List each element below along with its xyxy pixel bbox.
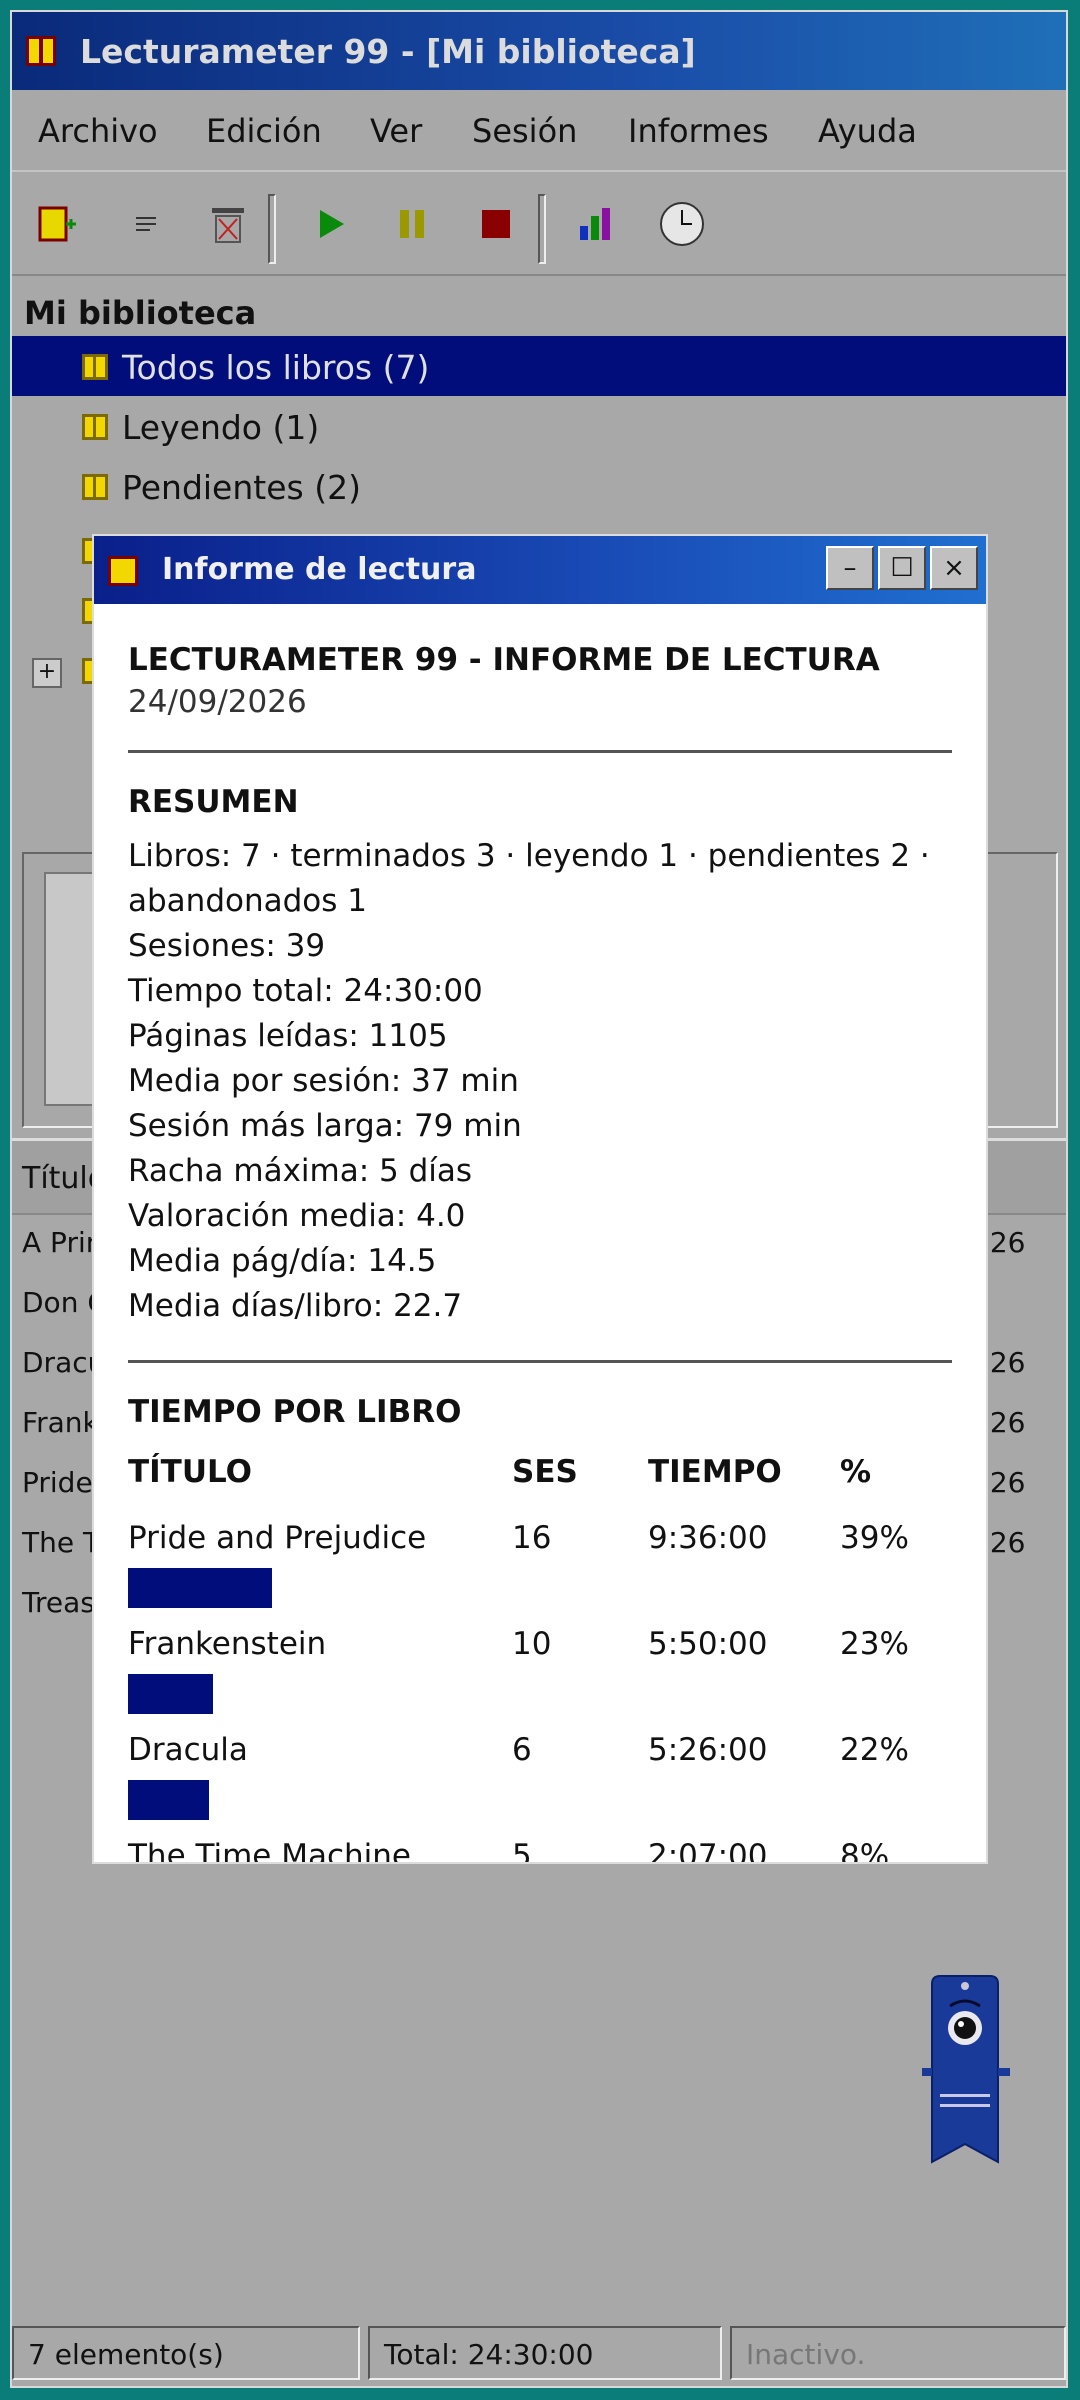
summary-line: Racha máxima: 5 días [128,1153,473,1189]
book-sessions: 5 [512,1838,532,1864]
add-book-icon[interactable] [38,204,78,244]
report-dialog: Informe de lectura – ☐ × LECTURAMETER 99… [92,534,988,1864]
tree-item-label: Leyendo (1) [122,408,320,447]
menu-sesion[interactable]: Sesión [472,112,577,150]
stats-icon[interactable] [576,204,616,244]
report-title: LECTURAMETER 99 - INFORME DE LECTURA [128,642,880,678]
book-title: The Time Machine [128,1838,411,1864]
expand-icon[interactable]: + [32,658,62,688]
summary-heading: RESUMEN [128,784,299,820]
menu-ayuda[interactable]: Ayuda [818,112,917,150]
divider [128,750,952,753]
book-percent: 39% [840,1520,909,1556]
summary-line: Media días/libro: 22.7 [128,1288,463,1324]
menu-informes[interactable]: Informes [628,112,769,150]
book-time: 5:26:00 [648,1732,768,1768]
book-time: 5:50:00 [648,1626,768,1662]
tree-item-label: Todos los libros (7) [122,348,430,387]
menu-bar: Archivo Edición Ver Sesión Informes Ayud… [12,90,1066,172]
delete-icon[interactable] [208,204,248,244]
tree-item-leyendo[interactable]: Leyendo (1) [12,396,1066,456]
book-title: Dracula [128,1732,248,1768]
status-state: Inactivo. [730,2326,1066,2380]
tree-item-label: Pendientes (2) [122,468,361,507]
status-items: 7 elemento(s) [12,2326,360,2380]
title-bar[interactable]: Lecturameter 99 - [Mi biblioteca] [12,12,1066,90]
book-percent: 8% [840,1838,890,1864]
time-heading: TIEMPO POR LIBRO [128,1394,462,1430]
book-title: Pride and Prejudice [128,1520,427,1556]
book-sessions: 10 [512,1626,552,1662]
tree-item-todos[interactable]: Todos los libros (7) [12,336,1066,396]
book-time: 2:07:00 [648,1838,768,1864]
report-date: 24/09/2026 [128,684,307,720]
summary-line: Sesiones: 39 [128,928,326,964]
minimize-button[interactable]: – [826,546,874,590]
status-total: Total: 24:30:00 [368,2326,722,2380]
toolbar-separator [538,194,546,264]
window-title: Lecturameter 99 - [Mi biblioteca] [80,32,696,71]
clock-icon[interactable] [658,200,706,248]
book-icon [82,414,108,440]
summary-line: Valoración media: 4.0 [128,1198,466,1234]
summary-line: Sesión más larga: 79 min [128,1108,522,1144]
summary-line: abandonados 1 [128,883,367,919]
toolbar-separator [268,194,276,264]
book-percent: 23% [840,1626,909,1662]
menu-edicion[interactable]: Edición [206,112,322,150]
share-bar [128,1780,209,1820]
status-bar: 7 elemento(s) Total: 24:30:00 Inactivo. [12,2318,1066,2386]
book-sessions: 16 [512,1520,552,1556]
share-bar [128,1674,213,1714]
mascot-bookmark-icon[interactable] [912,1972,1032,2172]
summary-line: Media pág/día: 14.5 [128,1243,437,1279]
menu-ver[interactable]: Ver [370,112,422,150]
summary-line: Páginas leídas: 1105 [128,1018,448,1054]
app-book-icon [108,556,138,586]
column-time: TIEMPO [648,1454,782,1490]
pause-icon[interactable] [392,204,432,244]
summary-line: Media por sesión: 37 min [128,1063,519,1099]
book-title: Frankenstein [128,1626,327,1662]
tree-header: Mi biblioteca [12,278,1066,342]
book-sessions: 6 [512,1732,532,1768]
close-button[interactable]: × [930,546,978,590]
play-icon[interactable] [310,204,350,244]
book-percent: 22% [840,1732,909,1768]
tree-title: Mi biblioteca [24,294,257,332]
tree-item-pendientes[interactable]: Pendientes (2) [12,456,1066,516]
toolbar [12,174,1066,276]
menu-archivo[interactable]: Archivo [38,112,158,150]
summary-line: Libros: 7 · terminados 3 · leyendo 1 · p… [128,838,930,874]
book-time: 9:36:00 [648,1520,768,1556]
app-book-icon [26,36,56,66]
summary-line: Tiempo total: 24:30:00 [128,973,483,1009]
dialog-title-bar[interactable]: Informe de lectura – ☐ × [94,536,986,604]
book-icon [82,354,108,380]
column-sessions: SES [512,1454,578,1490]
share-bar [128,1568,272,1608]
maximize-button[interactable]: ☐ [878,546,926,590]
details-icon[interactable] [126,204,166,244]
column-title: TÍTULO [128,1454,252,1490]
report-body: LECTURAMETER 99 - INFORME DE LECTURA 24/… [128,604,952,1862]
stop-icon[interactable] [476,204,516,244]
dialog-title: Informe de lectura [162,552,477,587]
book-icon [82,474,108,500]
divider [128,1360,952,1363]
column-percent: % [840,1454,872,1490]
